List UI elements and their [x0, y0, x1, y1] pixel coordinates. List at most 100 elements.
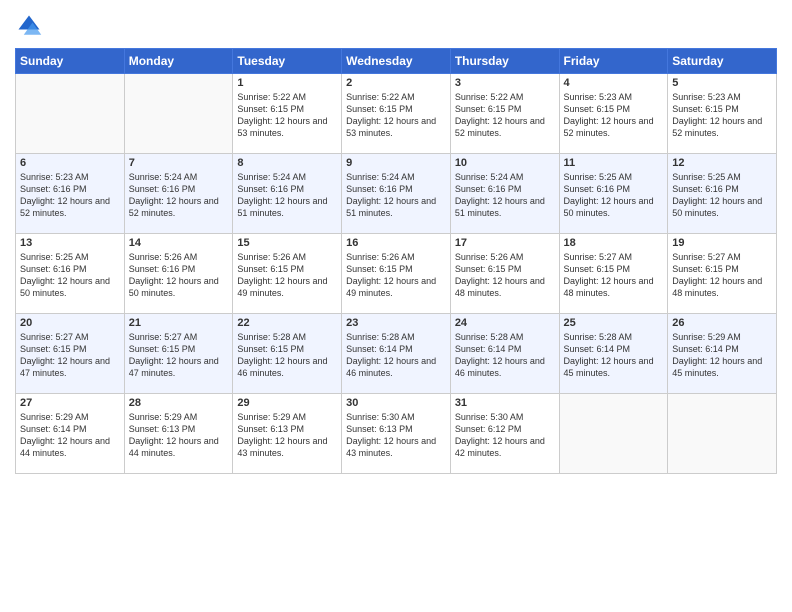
- day-number: 22: [237, 317, 337, 329]
- day-cell-24: 24 Sunrise: 5:28 AMSunset: 6:14 PMDayligh…: [450, 314, 559, 394]
- day-number: 27: [20, 397, 120, 409]
- day-cell-18: 18Sunrise: 5:27 AMSunset: 6:15 PMDayligh…: [559, 234, 668, 314]
- empty-cell: [559, 394, 668, 474]
- day-number: 2: [346, 77, 446, 89]
- day-info: Sunrise: 5:28 AMSunset: 6:14 PMDaylight:…: [346, 331, 446, 380]
- day-number: 11: [564, 157, 664, 169]
- day-cell-15: 15 Sunrise: 5:26 AMSunset: 6:15 PMDayligh…: [233, 234, 342, 314]
- day-cell-12: 12 Sunrise: 5:25 AMSunset: 6:16 PMDayligh…: [668, 154, 777, 234]
- week-row-3: 13 Sunrise: 5:25 AMSunset: 6:16 PMDayligh…: [16, 234, 777, 314]
- day-number: 24: [455, 317, 555, 329]
- day-cell-8: 8 Sunrise: 5:24 AMSunset: 6:16 PMDaylight…: [233, 154, 342, 234]
- day-info: Sunrise: 5:26 AMSunset: 6:15 PMDaylight:…: [237, 251, 337, 300]
- day-number: 30: [346, 397, 446, 409]
- day-cell-16: 16Sunrise: 5:26 AMSunset: 6:15 PMDayligh…: [342, 234, 451, 314]
- day-cell-30: 30 Sunrise: 5:30 AMSunset: 6:13 PMDayligh…: [342, 394, 451, 474]
- weekday-header-friday: Friday: [559, 49, 668, 74]
- day-info: Sunrise: 5:26 AMSunset: 6:16 PMDaylight:…: [129, 251, 229, 300]
- day-info: Sunrise: 5:30 AMSunset: 6:13 PMDaylight:…: [346, 411, 446, 460]
- day-number: 7: [129, 157, 229, 169]
- day-number: 18: [564, 237, 664, 249]
- day-cell-17: 17 Sunrise: 5:26 AMSunset: 6:15 PMDayligh…: [450, 234, 559, 314]
- week-row-2: 6 Sunrise: 5:23 AMSunset: 6:16 PMDaylight…: [16, 154, 777, 234]
- day-number: 28: [129, 397, 229, 409]
- day-info: Sunrise: 5:25 AMSunset: 6:16 PMDaylight:…: [564, 171, 664, 220]
- day-info: Sunrise: 5:25 AMSunset: 6:16 PMDaylight:…: [672, 171, 772, 220]
- week-row-1: 1Sunrise: 5:22 AMSunset: 6:15 PMDaylight…: [16, 74, 777, 154]
- day-info: Sunrise: 5:26 AMSunset: 6:15 PMDaylight:…: [455, 251, 555, 300]
- day-number: 23: [346, 317, 446, 329]
- weekday-header-tuesday: Tuesday: [233, 49, 342, 74]
- day-cell-6: 6 Sunrise: 5:23 AMSunset: 6:16 PMDaylight…: [16, 154, 125, 234]
- weekday-header-thursday: Thursday: [450, 49, 559, 74]
- day-info: Sunrise: 5:25 AMSunset: 6:16 PMDaylight:…: [20, 251, 120, 300]
- day-info: Sunrise: 5:24 AMSunset: 6:16 PMDaylight:…: [455, 171, 555, 220]
- day-info: Sunrise: 5:29 AMSunset: 6:14 PMDaylight:…: [672, 331, 772, 380]
- logo: [15, 10, 47, 40]
- weekday-header-sunday: Sunday: [16, 49, 125, 74]
- week-row-5: 27Sunrise: 5:29 AMSunset: 6:14 PMDayligh…: [16, 394, 777, 474]
- day-number: 29: [237, 397, 337, 409]
- day-number: 6: [20, 157, 120, 169]
- day-number: 25: [564, 317, 664, 329]
- day-cell-2: 2 Sunrise: 5:22 AMSunset: 6:15 PMDaylight…: [342, 74, 451, 154]
- day-number: 17: [455, 237, 555, 249]
- weekday-header-saturday: Saturday: [668, 49, 777, 74]
- day-cell-9: 9 Sunrise: 5:24 AMSunset: 6:16 PMDaylight…: [342, 154, 451, 234]
- day-cell-13: 13 Sunrise: 5:25 AMSunset: 6:16 PMDayligh…: [16, 234, 125, 314]
- day-cell-19: 19 Sunrise: 5:27 AMSunset: 6:15 PMDayligh…: [668, 234, 777, 314]
- day-number: 20: [20, 317, 120, 329]
- day-cell-4: 4 Sunrise: 5:23 AMSunset: 6:15 PMDaylight…: [559, 74, 668, 154]
- day-number: 5: [672, 77, 772, 89]
- day-info: Sunrise: 5:24 AMSunset: 6:16 PMDaylight:…: [346, 171, 446, 220]
- day-number: 31: [455, 397, 555, 409]
- day-info: Sunrise: 5:29 AMSunset: 6:13 PMDaylight:…: [237, 411, 337, 460]
- day-cell-28: 28Sunrise: 5:29 AMSunset: 6:13 PMDayligh…: [124, 394, 233, 474]
- day-info: Sunrise: 5:28 AMSunset: 6:14 PMDaylight:…: [455, 331, 555, 380]
- calendar-table: SundayMondayTuesdayWednesdayThursdayFrid…: [15, 48, 777, 474]
- weekday-header-monday: Monday: [124, 49, 233, 74]
- day-info: Sunrise: 5:27 AMSunset: 6:15 PMDaylight:…: [129, 331, 229, 380]
- day-info: Sunrise: 5:27 AMSunset: 6:15 PMDaylight:…: [672, 251, 772, 300]
- day-cell-26: 26Sunrise: 5:29 AMSunset: 6:14 PMDayligh…: [668, 314, 777, 394]
- day-info: Sunrise: 5:28 AMSunset: 6:15 PMDaylight:…: [237, 331, 337, 380]
- day-number: 19: [672, 237, 772, 249]
- weekday-header-row: SundayMondayTuesdayWednesdayThursdayFrid…: [16, 49, 777, 74]
- day-cell-10: 10 Sunrise: 5:24 AMSunset: 6:16 PMDayligh…: [450, 154, 559, 234]
- day-number: 15: [237, 237, 337, 249]
- day-number: 3: [455, 77, 555, 89]
- day-number: 13: [20, 237, 120, 249]
- empty-cell: [668, 394, 777, 474]
- week-row-4: 20 Sunrise: 5:27 AMSunset: 6:15 PMDayligh…: [16, 314, 777, 394]
- day-info: Sunrise: 5:22 AMSunset: 6:15 PMDaylight:…: [346, 91, 446, 140]
- empty-cell: [124, 74, 233, 154]
- day-number: 10: [455, 157, 555, 169]
- day-info: Sunrise: 5:22 AMSunset: 6:15 PMDaylight:…: [237, 91, 337, 140]
- day-info: Sunrise: 5:30 AMSunset: 6:12 PMDaylight:…: [455, 411, 555, 460]
- day-number: 21: [129, 317, 229, 329]
- day-cell-7: 7 Sunrise: 5:24 AMSunset: 6:16 PMDaylight…: [124, 154, 233, 234]
- day-number: 14: [129, 237, 229, 249]
- day-cell-23: 23 Sunrise: 5:28 AMSunset: 6:14 PMDayligh…: [342, 314, 451, 394]
- day-cell-22: 22 Sunrise: 5:28 AMSunset: 6:15 PMDayligh…: [233, 314, 342, 394]
- day-info: Sunrise: 5:27 AMSunset: 6:15 PMDaylight:…: [20, 331, 120, 380]
- day-info: Sunrise: 5:23 AMSunset: 6:15 PMDaylight:…: [672, 91, 772, 140]
- day-cell-25: 25 Sunrise: 5:28 AMSunset: 6:14 PMDayligh…: [559, 314, 668, 394]
- day-cell-29: 29 Sunrise: 5:29 AMSunset: 6:13 PMDayligh…: [233, 394, 342, 474]
- weekday-header-wednesday: Wednesday: [342, 49, 451, 74]
- day-info: Sunrise: 5:22 AMSunset: 6:15 PMDaylight:…: [455, 91, 555, 140]
- day-number: 9: [346, 157, 446, 169]
- day-cell-5: 5 Sunrise: 5:23 AMSunset: 6:15 PMDaylight…: [668, 74, 777, 154]
- day-info: Sunrise: 5:24 AMSunset: 6:16 PMDaylight:…: [129, 171, 229, 220]
- day-cell-27: 27Sunrise: 5:29 AMSunset: 6:14 PMDayligh…: [16, 394, 125, 474]
- logo-icon: [15, 12, 43, 40]
- day-info: Sunrise: 5:23 AMSunset: 6:15 PMDaylight:…: [564, 91, 664, 140]
- day-cell-3: 3 Sunrise: 5:22 AMSunset: 6:15 PMDaylight…: [450, 74, 559, 154]
- day-info: Sunrise: 5:24 AMSunset: 6:16 PMDaylight:…: [237, 171, 337, 220]
- day-number: 4: [564, 77, 664, 89]
- day-number: 12: [672, 157, 772, 169]
- day-info: Sunrise: 5:28 AMSunset: 6:14 PMDaylight:…: [564, 331, 664, 380]
- day-number: 8: [237, 157, 337, 169]
- day-info: Sunrise: 5:23 AMSunset: 6:16 PMDaylight:…: [20, 171, 120, 220]
- day-cell-14: 14 Sunrise: 5:26 AMSunset: 6:16 PMDayligh…: [124, 234, 233, 314]
